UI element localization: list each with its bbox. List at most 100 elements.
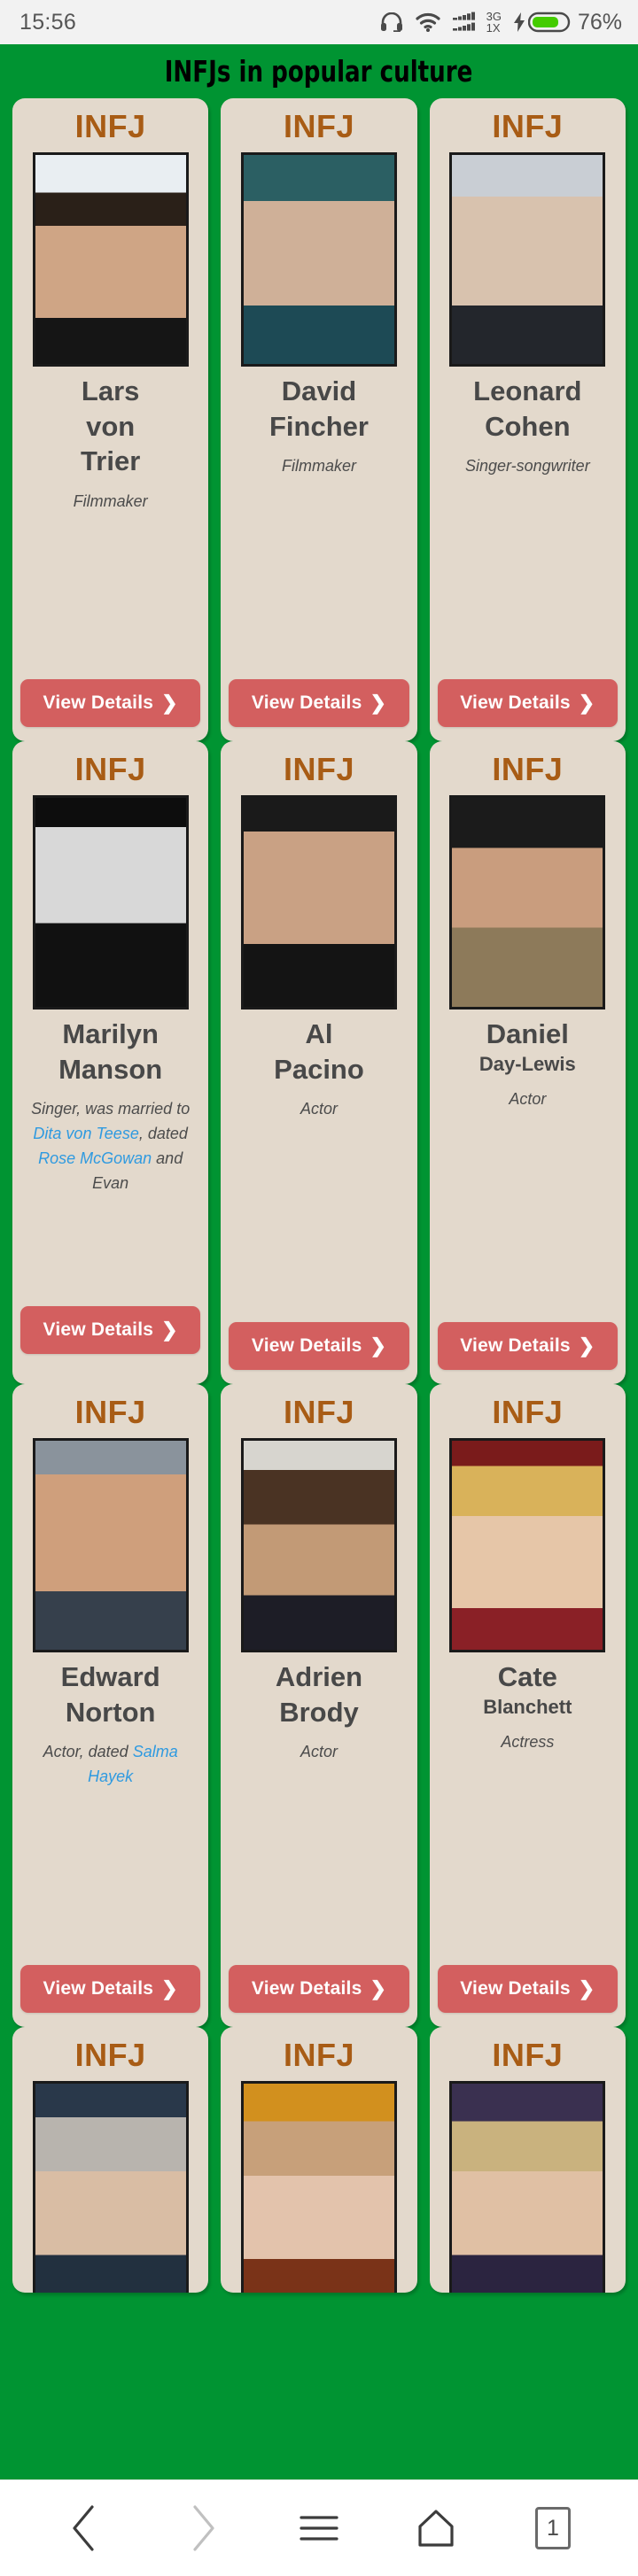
headphones-icon [380,12,403,32]
wifi-icon [416,12,440,32]
person-card[interactable]: INFJ Edward Norton Actor, dated Salma Hayek… [12,1384,209,2027]
view-details-label: View Details [460,692,571,713]
view-details-button[interactable]: View Details ❯ [229,679,409,727]
person-card[interactable]: INFJ Al Pacino Actor View Details ❯ [221,741,417,1384]
person-name-line2: Norton [65,1696,156,1728]
description-link[interactable]: Rose McGowan [38,1149,152,1167]
person-name-line2: Manson [58,1053,163,1085]
person-card[interactable]: INFJ Marilyn Manson Singer, was married to … [12,741,209,1384]
description-text: Singer, was married to [31,1100,191,1118]
personality-type-label: INFJ [492,751,564,787]
person-name-line1: Leonard [473,375,582,406]
person-photo [240,2081,397,2293]
person-card[interactable]: INFJRooneyMara [221,2027,417,2293]
personality-type-label: INFJ [283,2037,354,2073]
network-type-bottom: 1X [486,21,501,35]
person-photo [449,152,606,367]
person-photo [449,2081,606,2293]
person-name-line1: Marilyn [62,1018,159,1049]
person-name-line2: Pacino [274,1053,364,1085]
chevron-right-icon: ❯ [161,1319,178,1341]
person-photo [240,152,397,367]
view-details-button[interactable]: View Details ❯ [229,1965,409,2013]
person-card[interactable]: INFJ Cate Blanchett Actress View Details ❯ [429,1384,626,2027]
person-photo [449,795,606,1010]
personality-type-label: INFJ [283,751,354,787]
person-card[interactable]: INFJ Leonard Cohen Singer-songwriter View De… [429,98,626,741]
person-photo [449,1438,606,1652]
battery-group: 76% [513,10,622,35]
description-link[interactable]: Dita von Teese [33,1125,138,1142]
status-icons: 3G 1X 76% [380,10,622,35]
person-name: Cate Blanchett [437,1659,619,1720]
person-name-line1: Lars [81,375,140,406]
signal-bars-icon: 3G 1X [452,11,502,35]
view-details-label: View Details [251,1978,362,1999]
person-card[interactable]: INFJ Daniel Day-Lewis Actor View Details ❯ [429,741,626,1384]
personality-type-label: INFJ [74,1394,146,1430]
personality-type-label: INFJ [74,108,146,144]
personality-type-label: INFJ [74,2037,146,2073]
person-description: Filmmaker [19,490,201,514]
person-card[interactable]: INFJ David Fincher Filmmaker View Details ❯ [221,98,417,741]
description-text: Actor [509,1089,547,1108]
chevron-right-icon: ❯ [370,1334,387,1357]
person-name-line1: Al [305,1018,333,1049]
person-name-line2: Day-Lewis [478,1052,576,1075]
view-details-wrap: View Details ❯ [437,679,618,727]
menu-button[interactable] [284,2493,354,2564]
back-button[interactable] [50,2493,121,2564]
person-name-line2: von [86,410,136,442]
view-details-button[interactable]: View Details ❯ [20,1965,201,2013]
chevron-right-icon: ❯ [370,692,387,714]
description-text: Singer-songwriter [464,457,590,476]
description-text: Actress [501,1732,555,1751]
view-details-label: View Details [43,1319,154,1340]
view-details-wrap: View Details ❯ [229,1965,409,2013]
view-details-wrap: View Details ❯ [20,1306,201,1354]
view-details-label: View Details [251,1335,362,1356]
person-name-line2: Cohen [485,410,571,442]
view-details-button[interactable]: View Details ❯ [20,679,201,727]
view-details-label: View Details [43,1978,154,1999]
view-details-button[interactable]: View Details ❯ [20,1306,201,1354]
description-text: Filmmaker [281,457,356,476]
person-name-line2: Brody [279,1696,359,1728]
person-description: Actor, dated Salma Hayek [19,1740,201,1790]
view-details-label: View Details [43,692,154,713]
person-name: Al Pacino [228,1017,409,1087]
card-grid: INFJ Lars von Trier Filmmaker View Details ❯ IN… [0,98,638,2479]
person-card[interactable]: INFJCareyMulligan [429,2027,626,2293]
person-description: Actor [437,1087,619,1112]
personality-type-label: INFJ [283,1394,354,1430]
description-text: Actor, dated [43,1743,133,1761]
person-card[interactable]: INFJ Adrien Brody Actor View Details ❯ [221,1384,417,2027]
person-card[interactable]: INFJ Lars von Trier Filmmaker View Details ❯ [12,98,209,741]
view-details-wrap: View Details ❯ [20,679,201,727]
view-details-wrap: View Details ❯ [437,1322,618,1370]
view-details-button[interactable]: View Details ❯ [437,1322,618,1370]
card-row: INFJMichellePfeifferINFJRooneyMaraINFJCa… [0,2027,638,2293]
view-details-button[interactable]: View Details ❯ [437,679,618,727]
personality-type-label: INFJ [74,751,146,787]
person-photo [32,795,189,1010]
charging-bolt-icon [513,12,525,32]
person-description: Actor [228,1097,409,1122]
tab-count-button[interactable]: 1 [517,2493,588,2564]
person-card[interactable]: INFJMichellePfeiffer [12,2027,209,2293]
personality-type-label: INFJ [283,108,354,144]
view-details-wrap: View Details ❯ [229,679,409,727]
chevron-right-icon: ❯ [578,1977,595,2000]
person-name-line1: Edward [60,1661,160,1692]
person-name-line1: Cate [497,1661,557,1692]
status-time: 15:56 [19,9,77,35]
view-details-button[interactable]: View Details ❯ [437,1965,618,2013]
card-row: INFJ Lars von Trier Filmmaker View Details ❯ IN… [0,98,638,741]
description-text: Filmmaker [73,492,148,511]
personality-type-label: INFJ [492,1394,564,1430]
forward-button[interactable] [167,2493,237,2564]
person-photo [32,2081,189,2293]
person-description: Actress [437,1730,619,1755]
home-button[interactable] [401,2493,471,2564]
view-details-button[interactable]: View Details ❯ [229,1322,409,1370]
